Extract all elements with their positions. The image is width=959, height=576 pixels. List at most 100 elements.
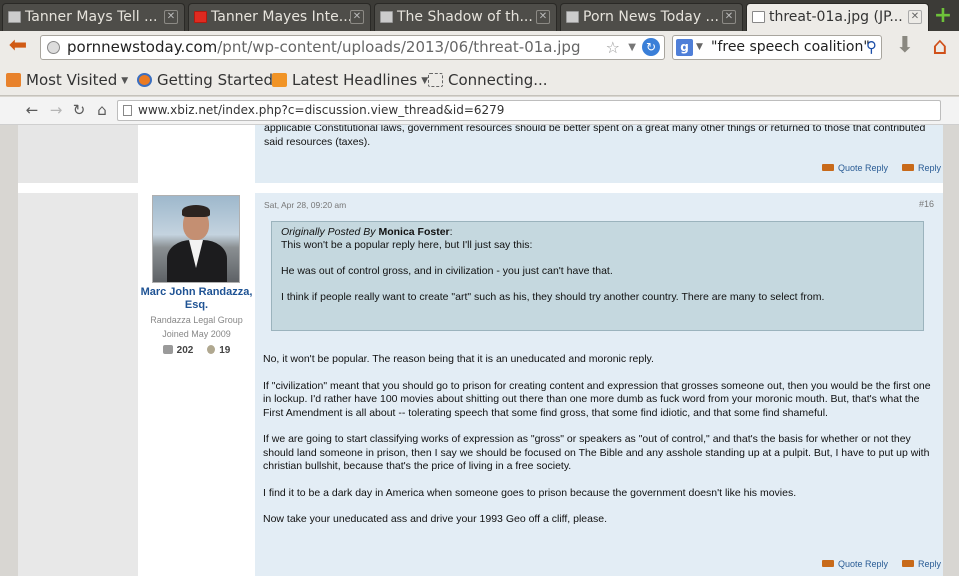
prev-post-actions: Quote Reply Reply xyxy=(822,163,941,173)
quote-reply-icon xyxy=(822,164,834,171)
back-arrow-icon[interactable]: ⬅ xyxy=(5,35,31,59)
google-icon[interactable]: g xyxy=(676,39,693,56)
prev-quote-reply-link[interactable]: Quote Reply xyxy=(822,163,888,173)
new-tab-plus-icon[interactable]: + xyxy=(932,5,954,28)
bookmark-label: Getting Started xyxy=(157,71,273,89)
close-icon[interactable]: ✕ xyxy=(164,10,178,24)
prev-reply-link[interactable]: Reply xyxy=(902,163,941,173)
quote-reply-label: Quote Reply xyxy=(838,559,889,569)
reload-icon[interactable]: ↻ xyxy=(69,100,89,120)
reply-icon xyxy=(902,560,915,567)
bookmark-most-visited[interactable]: Most Visited ▼ xyxy=(6,71,128,89)
tab-1[interactable]: Tanner Mays Tell ... ✕ xyxy=(2,3,185,31)
reply-icon xyxy=(902,164,915,171)
image-file-icon xyxy=(752,11,765,23)
page-icon xyxy=(8,11,21,23)
tab-label: Porn News Today ... xyxy=(583,9,719,25)
page-icon xyxy=(380,11,393,23)
avatar[interactable] xyxy=(152,195,240,283)
bookmarks-toolbar: Most Visited ▼ Getting Started Latest Hea… xyxy=(0,64,959,96)
bookmark-star-icon[interactable]: ☆ xyxy=(606,36,620,59)
search-value: "free speech coalition" xyxy=(711,39,870,55)
page-gutter-right xyxy=(943,125,959,576)
close-icon[interactable]: ✕ xyxy=(350,10,364,24)
url-host: pornnewstoday.com xyxy=(67,38,218,56)
rss-icon xyxy=(272,73,287,87)
youtube-icon xyxy=(194,11,207,23)
home-icon[interactable]: ⌂ xyxy=(926,34,954,60)
quote-line: This won't be a popular reply here, but … xyxy=(281,239,533,251)
quote-block: Originally Posted By Monica Foster: This… xyxy=(271,221,924,331)
tab-label: threat-01a.jpg (JP... xyxy=(769,9,903,25)
firefox-icon xyxy=(137,73,152,87)
inner-url-text: www.xbiz.net/index.php?c=discussion.view… xyxy=(138,103,505,117)
inner-browser-toolbar: ← → ↻ ⌂ www.xbiz.net/index.php?c=discuss… xyxy=(0,97,959,125)
search-input[interactable]: g ▼ "free speech coalition" ⚲ xyxy=(672,35,882,60)
page-icon xyxy=(566,11,579,23)
medal-icon xyxy=(207,345,216,354)
home-icon[interactable]: ⌂ xyxy=(92,100,112,120)
post-author-panel: Marc John Randazza, Esq. Randazza Legal … xyxy=(138,193,255,576)
post-paragraph: Now take your uneducated ass and drive y… xyxy=(263,513,607,525)
tab-4[interactable]: Porn News Today ... ✕ xyxy=(560,3,743,31)
post-date: Sat, Apr 28, 09:20 am xyxy=(264,200,347,210)
quote-reply-label: Quote Reply xyxy=(838,163,889,173)
bookmark-latest-headlines[interactable]: Latest Headlines ▼ xyxy=(272,71,428,89)
author-joined: Joined May 2009 xyxy=(162,329,231,339)
post-number-link[interactable]: #16 xyxy=(919,199,934,209)
download-arrow-icon[interactable]: ⬇ xyxy=(893,35,917,59)
tab-5-active[interactable]: threat-01a.jpg (JP... ✕ xyxy=(746,3,929,32)
quote-author: Monica Foster xyxy=(378,226,450,238)
navigation-toolbar: ⬅ pornnewstoday.com/pnt/wp-content/uploa… xyxy=(0,31,959,64)
medal-count: 19 xyxy=(219,345,231,356)
author-title: Randazza Legal Group xyxy=(150,315,243,325)
reply-link[interactable]: Reply xyxy=(902,559,941,569)
bookmark-label: Connecting... xyxy=(448,71,548,89)
quote-line: I think if people really want to create … xyxy=(281,291,825,303)
post-sidebar xyxy=(18,193,138,576)
search-icon[interactable]: ⚲ xyxy=(866,36,877,59)
tab-3[interactable]: The Shadow of th... ✕ xyxy=(374,3,557,31)
prev-post-text: applicable Constitutional laws, governme… xyxy=(264,125,926,148)
url-bar[interactable]: pornnewstoday.com/pnt/wp-content/uploads… xyxy=(40,35,665,60)
reply-label: Reply xyxy=(918,559,942,569)
tab-label: The Shadow of th... xyxy=(397,9,533,25)
author-stats: 202 19 xyxy=(138,345,255,356)
quote-reply-link[interactable]: Quote Reply xyxy=(822,559,888,569)
chevron-down-icon: ▼ xyxy=(121,76,129,86)
post-paragraph: If we are going to start classifying wor… xyxy=(263,433,930,472)
post-paragraph: I find it to be a dark day in America wh… xyxy=(263,486,797,499)
close-icon[interactable]: ✕ xyxy=(536,10,550,24)
post-actions: Quote Reply Reply xyxy=(822,559,941,569)
quote-colon: : xyxy=(449,226,453,238)
post-count: 202 xyxy=(176,345,194,356)
tab-2[interactable]: Tanner Mayes Inte... ✕ xyxy=(188,3,371,31)
bookmark-connecting[interactable]: Connecting... xyxy=(428,71,548,89)
avatar-hair xyxy=(182,205,210,217)
back-arrow-icon[interactable]: ← xyxy=(22,100,42,120)
posts-icon xyxy=(162,345,173,354)
quote-prefix: Originally Posted By xyxy=(281,226,376,238)
tab-label: Tanner Mays Tell ... xyxy=(25,9,158,25)
close-icon[interactable]: ✕ xyxy=(908,10,922,24)
chevron-down-icon[interactable]: ▼ xyxy=(628,36,636,59)
forum-page: applicable Constitutional laws, governme… xyxy=(0,125,959,576)
bookmark-label: Most Visited xyxy=(26,71,118,89)
inner-url-bar[interactable]: www.xbiz.net/index.php?c=discussion.view… xyxy=(117,100,941,121)
url-path: /pnt/wp-content/uploads/2013/06/threat-0… xyxy=(217,38,581,56)
post-paragraph: No, it won't be popular. The reason bein… xyxy=(263,353,654,365)
bookmark-label: Latest Headlines xyxy=(292,71,418,89)
reload-icon[interactable]: ↻ xyxy=(642,38,660,56)
tab-strip: Tanner Mays Tell ... ✕ Tanner Mayes Inte… xyxy=(0,0,959,32)
globe-icon xyxy=(47,41,60,54)
bookmark-getting-started[interactable]: Getting Started xyxy=(137,71,273,89)
chevron-down-icon[interactable]: ▼ xyxy=(696,36,703,59)
tab-label: Tanner Mayes Inte... xyxy=(211,9,353,25)
author-name-link[interactable]: Marc John Randazza, Esq. xyxy=(138,286,255,312)
close-icon[interactable]: ✕ xyxy=(722,10,736,24)
post-body: Sat, Apr 28, 09:20 am #16 Originally Pos… xyxy=(255,193,943,576)
quote-reply-icon xyxy=(822,560,834,567)
folder-icon xyxy=(6,73,21,87)
forward-arrow-icon[interactable]: → xyxy=(46,100,66,120)
page-icon xyxy=(123,105,132,116)
